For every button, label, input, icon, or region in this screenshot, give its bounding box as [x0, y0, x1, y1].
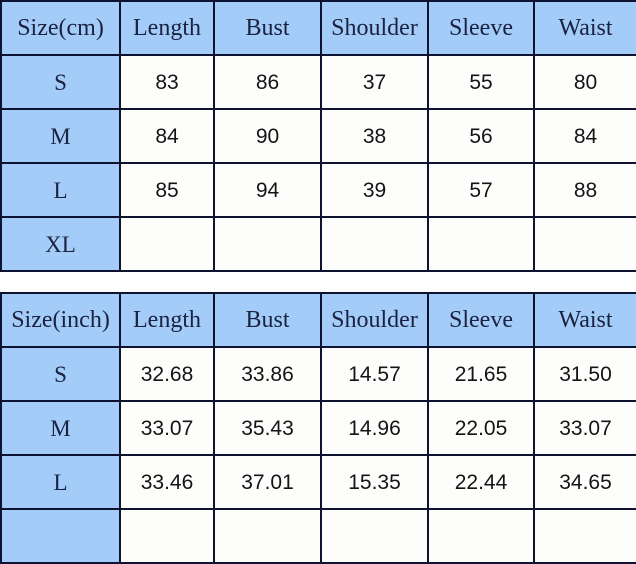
- column-header-sleeve-inch: Sleeve: [427, 292, 535, 348]
- cell-shoulder: 39: [320, 162, 429, 218]
- row-size-label: S: [0, 54, 121, 110]
- table-header-row-inch: Size(inch) Length Bust Shoulder Sleeve W…: [0, 292, 636, 348]
- column-header-sleeve-cm: Sleeve: [427, 0, 535, 56]
- cell-length: 85: [119, 162, 215, 218]
- cell-waist: [533, 216, 636, 272]
- cell-waist: 31.50: [533, 346, 636, 402]
- cell-bust: [213, 216, 322, 272]
- cell-waist: [533, 508, 636, 564]
- cell-sleeve: 57: [427, 162, 535, 218]
- cell-bust: 33.86: [213, 346, 322, 402]
- cell-shoulder: [320, 216, 429, 272]
- cell-shoulder: 38: [320, 108, 429, 164]
- table-row: S 32.68 33.86 14.57 21.65 31.50: [0, 346, 636, 402]
- cell-shoulder: 37: [320, 54, 429, 110]
- column-header-length-cm: Length: [119, 0, 215, 56]
- cell-bust: 37.01: [213, 454, 322, 510]
- row-size-label: L: [0, 162, 121, 218]
- cell-length: 32.68: [119, 346, 215, 402]
- column-header-shoulder-inch: Shoulder: [320, 292, 429, 348]
- cell-shoulder: 14.57: [320, 346, 429, 402]
- column-header-size-cm: Size(cm): [0, 0, 121, 56]
- cell-length: [119, 216, 215, 272]
- table-row: L 33.46 37.01 15.35 22.44 34.65: [0, 454, 636, 510]
- column-header-shoulder-cm: Shoulder: [320, 0, 429, 56]
- cell-length: [119, 508, 215, 564]
- size-table-inch-wrapper: Size(inch) Length Bust Shoulder Sleeve W…: [0, 292, 636, 564]
- table-row: S 83 86 37 55 80: [0, 54, 636, 110]
- table-row: M 33.07 35.43 14.96 22.05 33.07: [0, 400, 636, 456]
- column-header-length-inch: Length: [119, 292, 215, 348]
- table-row: L 85 94 39 57 88: [0, 162, 636, 218]
- cell-shoulder: [320, 508, 429, 564]
- size-table-cm: Size(cm) Length Bust Shoulder Sleeve Wai…: [0, 0, 636, 272]
- table-row-clipped: [0, 508, 636, 564]
- table-row: M 84 90 38 56 84: [0, 108, 636, 164]
- cell-shoulder: 14.96: [320, 400, 429, 456]
- cell-waist: 34.65: [533, 454, 636, 510]
- cell-length: 84: [119, 108, 215, 164]
- row-size-label: M: [0, 108, 121, 164]
- cell-bust: 90: [213, 108, 322, 164]
- column-header-bust-cm: Bust: [213, 0, 322, 56]
- row-size-label: [0, 508, 121, 564]
- cell-sleeve: 56: [427, 108, 535, 164]
- column-header-waist-cm: Waist: [533, 0, 636, 56]
- cell-sleeve: 22.44: [427, 454, 535, 510]
- cell-waist: 84: [533, 108, 636, 164]
- cell-sleeve: 21.65: [427, 346, 535, 402]
- cell-sleeve: [427, 508, 535, 564]
- cell-sleeve: [427, 216, 535, 272]
- cell-bust: 86: [213, 54, 322, 110]
- cell-bust: 35.43: [213, 400, 322, 456]
- cell-length: 33.46: [119, 454, 215, 510]
- cell-bust: [213, 508, 322, 564]
- cell-length: 83: [119, 54, 215, 110]
- table-separator-gap: [0, 272, 636, 292]
- cell-waist: 80: [533, 54, 636, 110]
- cell-waist: 33.07: [533, 400, 636, 456]
- row-size-label: M: [0, 400, 121, 456]
- cell-bust: 94: [213, 162, 322, 218]
- cell-sleeve: 22.05: [427, 400, 535, 456]
- size-table-inch: Size(inch) Length Bust Shoulder Sleeve W…: [0, 292, 636, 564]
- cell-length: 33.07: [119, 400, 215, 456]
- cell-shoulder: 15.35: [320, 454, 429, 510]
- table-header-row-cm: Size(cm) Length Bust Shoulder Sleeve Wai…: [0, 0, 636, 56]
- table-row: XL: [0, 216, 636, 272]
- cell-waist: 88: [533, 162, 636, 218]
- column-header-waist-inch: Waist: [533, 292, 636, 348]
- cell-sleeve: 55: [427, 54, 535, 110]
- size-chart-root: Size(cm) Length Bust Shoulder Sleeve Wai…: [0, 0, 636, 564]
- row-size-label: L: [0, 454, 121, 510]
- row-size-label: S: [0, 346, 121, 402]
- row-size-label: XL: [0, 216, 121, 272]
- column-header-bust-inch: Bust: [213, 292, 322, 348]
- column-header-size-inch: Size(inch): [0, 292, 121, 348]
